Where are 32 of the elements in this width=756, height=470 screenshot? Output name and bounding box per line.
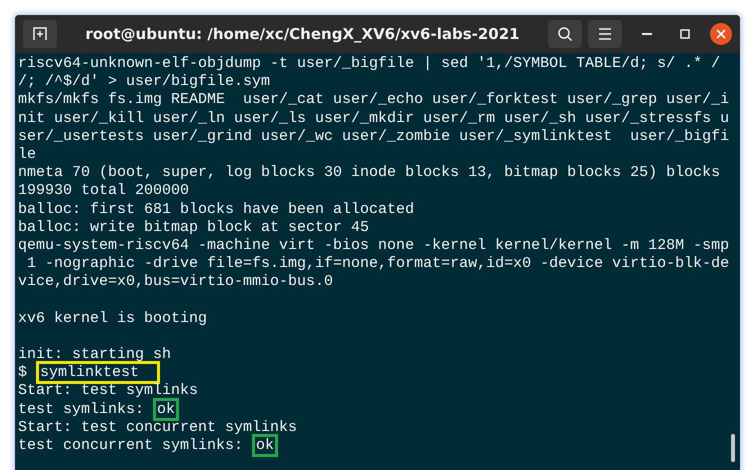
terminal-line: /; /^$/d' > user/bigfile.sym xyxy=(18,73,272,92)
close-button[interactable] xyxy=(710,23,732,45)
terminal-line: xv6 kernel is booting xyxy=(18,310,208,328)
close-icon xyxy=(716,29,726,39)
terminal-line: vice,drive=x0,bus=virtio-mmio-bus.0 xyxy=(18,273,334,292)
terminal-line: 1 -nographic -drive file=fs.img,if=none,format=raw,id=x0 -device virtio-blk-de xyxy=(26,255,730,274)
maximize-icon xyxy=(679,28,691,40)
terminal-line: balloc: first 681 blocks have been allocated xyxy=(18,200,416,219)
search-icon xyxy=(557,26,573,42)
terminal-line: qemu-system-riscv64 -machine virt -bios none -kernel kernel/kernel -m 128M -smp xyxy=(18,236,730,256)
terminal-line: nit user/_kill user/_ln user/_ls user/_mkdir user/_rm user/_sh user/_stressfs u xyxy=(18,110,730,128)
minimize-icon xyxy=(642,33,652,35)
terminal-line: balloc: write bitmap block at sector 45 xyxy=(18,218,370,237)
terminal-line: nmeta 70 (boot, super, log blocks 30 inode blocks 13, bitmap blocks 25) blocks xyxy=(18,164,722,182)
terminal-line: riscv64-unknown-elf-objdump -t user/_bigfile | sed '1,/SYMBOL TABLE/d; s/ .* / xyxy=(18,55,722,74)
terminal-line: le xyxy=(18,146,38,164)
terminal-text: test symlinks: xyxy=(18,400,146,418)
highlighted-text: ok xyxy=(252,434,278,457)
terminal-text: $ xyxy=(18,364,28,382)
terminal-line: 199930 total 200000 xyxy=(18,182,190,200)
terminal-line: mkfs/mkfs fs.img README user/_cat user/_echo user/_forktest user/_grep user/_i xyxy=(18,91,730,110)
highlighted-text: symlinktest xyxy=(36,361,160,384)
terminal-line: ser/_usertests user/_grind user/_wc user/_zombie user/_symlinktest user/_bigfi xyxy=(18,128,730,146)
window-title: root@ubuntu: /home/xc/ChengX_XV6/xv6-labs-2021 xyxy=(84,25,521,43)
terminal-text: test concurrent symlinks: xyxy=(18,436,244,454)
search-button[interactable] xyxy=(548,20,582,48)
menu-icon xyxy=(598,28,612,40)
new-tab-icon xyxy=(32,26,48,42)
new-tab-button[interactable] xyxy=(23,20,57,48)
menu-button[interactable] xyxy=(588,20,622,48)
scrollbar[interactable] xyxy=(731,434,735,462)
highlighted-text: ok xyxy=(153,398,180,421)
